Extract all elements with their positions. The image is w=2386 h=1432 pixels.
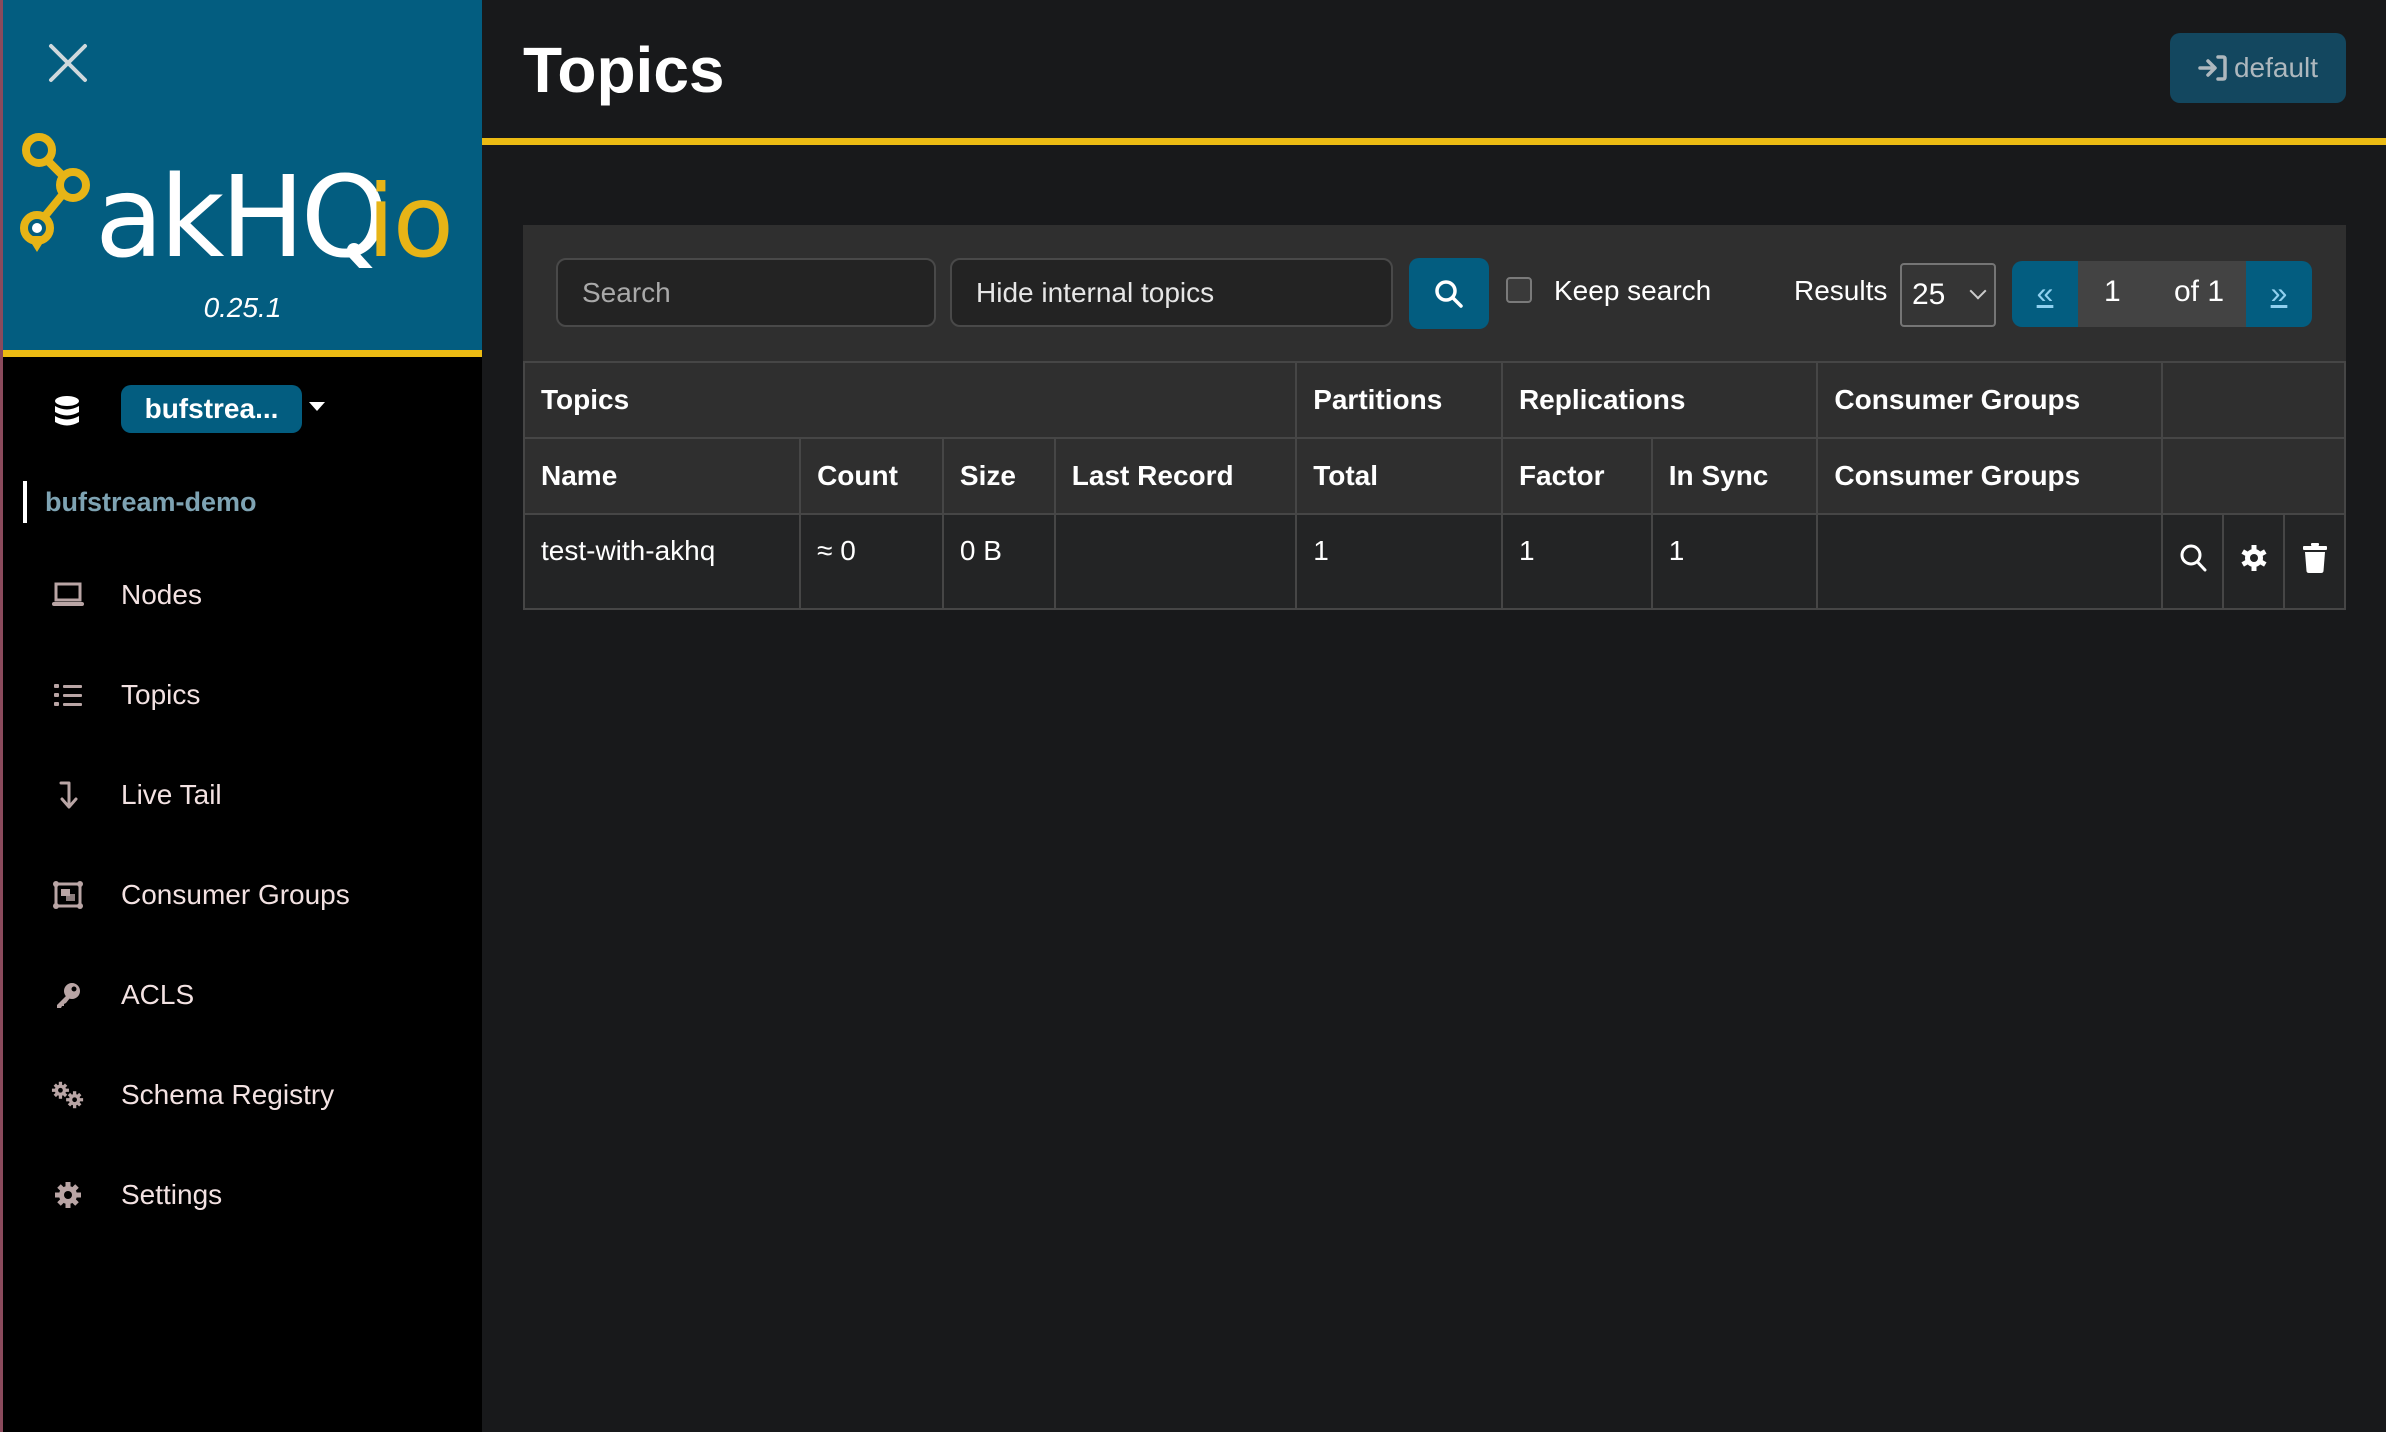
- trash-icon: [2302, 543, 2327, 573]
- active-cluster-label[interactable]: bufstream-demo: [23, 481, 257, 523]
- keep-search-label: Keep search: [1554, 275, 1712, 306]
- object-group-icon: [51, 878, 85, 912]
- group-header-consumer-groups: Consumer Groups: [1816, 361, 2164, 439]
- list-icon: [51, 678, 85, 712]
- close-icon: [49, 44, 87, 82]
- akhq-logo: akHQ io: [20, 133, 454, 268]
- column-header-actions: [2161, 437, 2346, 515]
- column-header-consumer-groups: Consumer Groups: [1816, 437, 2164, 515]
- laptop-icon: [51, 578, 85, 612]
- column-header-size: Size: [941, 437, 1056, 515]
- search-icon: [2180, 544, 2207, 572]
- results-label: Results: [1794, 275, 1888, 306]
- default-button-label: default: [2233, 52, 2319, 83]
- svg-text:io: io: [367, 163, 452, 268]
- cell-count: ≈ 0: [799, 513, 944, 610]
- cluster-dropdown-button[interactable]: bufstrea...: [121, 385, 302, 433]
- column-header-in-sync: In Sync: [1650, 437, 1819, 515]
- caret-down-icon[interactable]: [309, 402, 325, 411]
- column-header-last-record: Last Record: [1053, 437, 1298, 515]
- sidebar-item-label: Settings: [121, 1179, 223, 1210]
- database-icon: [55, 396, 79, 426]
- sidebar-item-live-tail[interactable]: Live Tail: [3, 760, 482, 830]
- cogs-icon: [51, 1078, 85, 1112]
- close-sidebar-button[interactable]: [45, 40, 91, 86]
- sidebar-item-schema-registry[interactable]: Schema Registry: [3, 1060, 482, 1130]
- cell-consumer-groups: [1816, 513, 2164, 610]
- login-default-button[interactable]: default: [2170, 33, 2346, 103]
- sidebar-item-label: Live Tail: [121, 779, 222, 810]
- sidebar-item-consumer-groups[interactable]: Consumer Groups: [3, 860, 482, 930]
- sidebar-header-divider: [3, 350, 482, 357]
- sidebar-item-topics[interactable]: Topics: [3, 660, 482, 730]
- results-per-page-value: 25: [1912, 278, 1946, 311]
- svg-text:akHQ: akHQ: [95, 153, 385, 268]
- sidebar-item-nodes[interactable]: Nodes: [3, 560, 482, 630]
- topic-filter-select[interactable]: Hide internal topics: [950, 258, 1393, 327]
- cell-name[interactable]: test-with-akhq: [522, 513, 802, 610]
- current-page: 1: [2104, 275, 2121, 308]
- column-header-name: Name: [522, 437, 802, 515]
- page-title: Topics: [523, 34, 725, 106]
- cell-in-sync: 1: [1650, 513, 1819, 610]
- keep-search-checkbox[interactable]: [1506, 277, 1532, 303]
- view-topic-button[interactable]: [2161, 513, 2225, 610]
- table-row[interactable]: test-with-akhq ≈ 0 0 B 1 1 1: [522, 513, 2346, 610]
- total-pages: of 1: [2174, 275, 2225, 308]
- results-per-page-select[interactable]: 25: [1900, 263, 1996, 327]
- column-header-count: Count: [799, 437, 944, 515]
- cell-factor: 1: [1500, 513, 1653, 610]
- group-header-replications: Replications: [1500, 361, 1819, 439]
- cell-last-record: [1053, 513, 1298, 610]
- cell-total: 1: [1295, 513, 1503, 610]
- sidebar-item-label: Schema Registry: [121, 1079, 335, 1110]
- group-header-topics: Topics: [522, 361, 1298, 439]
- key-icon: [51, 978, 85, 1012]
- sidebar-item-label: ACLS: [121, 979, 195, 1010]
- sidebar: akHQ io 0.25.1 bufstrea... bufstream-dem…: [0, 0, 482, 1432]
- page-indicator: 1 of 1: [2078, 261, 2246, 327]
- sidebar-item-acls[interactable]: ACLS: [3, 960, 482, 1030]
- header-divider: [482, 138, 2386, 145]
- app-version: 0.25.1: [203, 292, 282, 323]
- group-header-actions: [2161, 361, 2346, 439]
- sidebar-item-label: Topics: [121, 679, 201, 710]
- topic-settings-button[interactable]: [2222, 513, 2286, 610]
- previous-page-button[interactable]: «: [2012, 261, 2078, 327]
- cell-size: 0 B: [941, 513, 1056, 610]
- next-page-button[interactable]: »: [2246, 261, 2312, 327]
- column-header-total: Total: [1295, 437, 1503, 515]
- column-header-factor: Factor: [1500, 437, 1653, 515]
- topics-panel: Search Hide internal topics Keep search …: [522, 225, 2346, 610]
- sidebar-item-settings[interactable]: Settings: [3, 1160, 482, 1230]
- cluster-selector: bufstrea...: [3, 385, 482, 437]
- pagination: « 1 of 1 »: [2012, 261, 2312, 327]
- delete-topic-button[interactable]: [2283, 513, 2346, 610]
- table-column-header-row: Name Count Size Last Record Total Factor…: [522, 437, 2346, 515]
- sidebar-header: akHQ io 0.25.1: [3, 0, 482, 350]
- level-down-arrow-icon: [51, 778, 85, 812]
- gear-icon: [2241, 545, 2267, 571]
- table-group-header-row: Topics Partitions Replications Consumer …: [522, 361, 2346, 439]
- search-icon: [1435, 279, 1463, 308]
- sidebar-item-label: Nodes: [121, 579, 202, 610]
- group-header-partitions: Partitions: [1295, 361, 1503, 439]
- chevron-down-icon: [1969, 282, 1987, 300]
- search-input[interactable]: Search: [556, 258, 936, 327]
- gear-icon: [51, 1178, 85, 1212]
- sign-in-icon: [2198, 55, 2227, 81]
- sidebar-item-label: Consumer Groups: [121, 879, 350, 910]
- topics-table: Topics Partitions Replications Consumer …: [522, 361, 2346, 610]
- search-button[interactable]: [1409, 258, 1489, 329]
